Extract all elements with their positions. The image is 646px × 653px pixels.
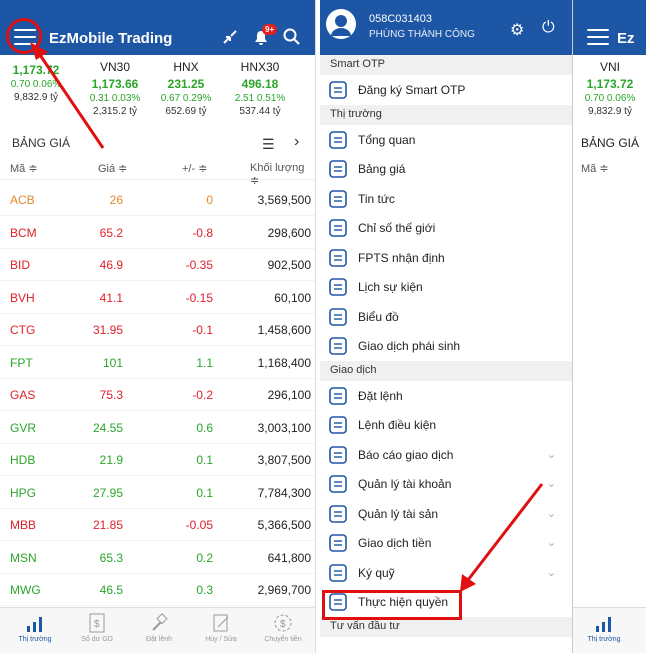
- board-title: BẢNG GIÁ: [12, 136, 71, 150]
- annotation-arrow: [460, 483, 544, 592]
- cell-price: 41.1: [99, 290, 123, 305]
- market-screen-partial: Ez VNI 1,173.72 0.70 0.06% 9,832.9 tỷ BẢ…: [572, 0, 646, 653]
- cell-price: 46.5: [99, 583, 123, 597]
- table-row[interactable]: BVH 41.1 -0.15 60,100: [0, 282, 315, 314]
- cell-change: 0.2: [196, 550, 213, 565]
- cell-volume: 3,569,500: [257, 193, 311, 207]
- cell-code: CTG: [10, 323, 36, 337]
- cell-price: 101: [102, 355, 123, 370]
- tab-order[interactable]: Đặt lệnh: [128, 612, 190, 643]
- cell-change: 1.1: [196, 355, 213, 370]
- cell-price: 21.85: [92, 518, 123, 532]
- cell-change: 0.1: [196, 485, 213, 500]
- svg-text:$: $: [94, 619, 100, 630]
- gavel-icon: [149, 612, 169, 634]
- cell-code: GVR: [10, 420, 37, 435]
- cell-code: BCM: [10, 225, 37, 240]
- table-row[interactable]: CTG 31.95 -0.1 1,458,600: [0, 314, 315, 346]
- table-row[interactable]: BID 46.9 -0.35 902,500: [0, 249, 315, 281]
- cell-volume: 296,100: [267, 388, 311, 402]
- balance-icon: $: [87, 612, 107, 634]
- tab-balance[interactable]: $ Số dư GD: [66, 612, 128, 643]
- cell-volume: 5,366,500: [257, 518, 311, 532]
- table-header: Mã ≑ Giá ≑ +/- ≑ Khối lượng ≑: [0, 160, 315, 187]
- col-change[interactable]: +/- ≑: [182, 162, 207, 175]
- cell-price: 31.95: [92, 323, 123, 337]
- cell-code: BVH: [10, 290, 35, 305]
- partial-header: Ez: [573, 0, 646, 55]
- col-code[interactable]: Mã ≑: [581, 162, 609, 175]
- cell-change: -0.05: [185, 518, 213, 532]
- cell-change: -0.8: [192, 225, 213, 240]
- tab-cancel-edit[interactable]: Hủy / Sửa: [190, 612, 252, 643]
- cell-change: -0.1: [192, 323, 213, 337]
- table-row[interactable]: BCM 65.2 -0.8 298,600: [0, 217, 315, 249]
- col-code[interactable]: Mã ≑: [10, 162, 38, 175]
- table-row[interactable]: ACB 26 0 3,569,500: [0, 184, 315, 216]
- cell-code: ACB: [10, 193, 35, 207]
- table-row[interactable]: GVR 24.55 0.6 3,003,100: [0, 412, 315, 444]
- cell-code: HPG: [10, 485, 37, 500]
- cell-volume: 60,100: [274, 290, 311, 305]
- cell-price: 75.3: [99, 388, 123, 402]
- cell-change: -0.15: [185, 290, 213, 305]
- cell-volume: 1,168,400: [257, 355, 311, 370]
- cell-code: GAS: [10, 388, 36, 402]
- table-row[interactable]: GAS 75.3 -0.2 296,100: [0, 379, 315, 411]
- edit-icon: [211, 612, 231, 634]
- board-title: BẢNG GIÁ: [581, 136, 640, 150]
- cell-change: 0: [206, 193, 213, 207]
- cell-volume: 3,003,100: [257, 420, 311, 435]
- chevron-right-icon[interactable]: ›: [294, 133, 299, 151]
- cell-price: 46.9: [99, 258, 123, 272]
- cell-volume: 641,800: [267, 550, 311, 565]
- table-row[interactable]: HDB 21.9 0.1 3,807,500: [0, 444, 315, 476]
- cell-price: 65.3: [99, 550, 123, 565]
- board-section-header: BẢNG GIÁ ☰ ›: [0, 130, 315, 160]
- cell-volume: 1,458,600: [257, 323, 311, 337]
- chart-icon: [25, 612, 45, 634]
- market-screen: EzMobile Trading 9+ 1,173.72 0.70 0.06% …: [0, 0, 316, 653]
- hamburger-menu-icon[interactable]: [587, 29, 609, 45]
- bottom-tab-bar: Thị trường $ Số dư GD Đặt lệnh Hủy / Sửa…: [0, 607, 315, 653]
- col-price[interactable]: Giá ≑: [98, 162, 127, 175]
- table-row[interactable]: MSN 65.3 0.2 641,800: [0, 542, 315, 574]
- cell-change: 0.6: [196, 420, 213, 435]
- cell-price: 21.9: [99, 453, 123, 467]
- cell-volume: 2,969,700: [257, 583, 311, 597]
- table-row[interactable]: MBB 21.85 -0.05 5,366,500: [0, 509, 315, 541]
- cell-code: MWG: [10, 583, 41, 597]
- cell-code: FPT: [10, 355, 33, 370]
- cell-volume: 3,807,500: [257, 453, 311, 467]
- svg-text:$: $: [280, 619, 286, 630]
- cell-price: 27.95: [92, 485, 123, 500]
- bottom-tab-bar: Thị trường: [573, 607, 646, 653]
- cell-change: -0.35: [185, 258, 213, 272]
- cell-price: 26: [109, 193, 123, 207]
- cell-volume: 7,784,300: [257, 485, 311, 500]
- table-row[interactable]: HPG 27.95 0.1 7,784,300: [0, 477, 315, 509]
- cell-code: MSN: [10, 550, 37, 565]
- cell-price: 65.2: [99, 225, 123, 240]
- side-menu: 058C031403 PHÙNG THÀNH CÔNG ⚙ ⏻ Smart OT…: [320, 0, 572, 653]
- table-row[interactable]: FPT 101 1.1 1,168,400: [0, 347, 315, 379]
- cell-code: HDB: [10, 453, 36, 467]
- cell-volume: 298,600: [267, 225, 311, 240]
- tab-market[interactable]: Thị trường: [573, 612, 635, 643]
- cell-change: 0.1: [196, 453, 213, 467]
- index-card[interactable]: VNI 1,173.72 0.70 0.06% 9,832.9 tỷ: [573, 60, 646, 117]
- cell-code: MBB: [10, 518, 37, 532]
- cell-price: 24.55: [92, 420, 123, 435]
- cell-code: BID: [10, 258, 31, 272]
- table-row[interactable]: MWG 46.5 0.3 2,969,700: [0, 574, 315, 606]
- tab-market[interactable]: Thị trường: [4, 612, 66, 643]
- cell-change: -0.2: [192, 388, 213, 402]
- chart-icon: [594, 612, 614, 634]
- list-view-icon[interactable]: ☰: [262, 136, 275, 153]
- cell-change: 0.3: [196, 583, 213, 597]
- tab-transfer[interactable]: $ Chuyển tiền: [252, 612, 314, 643]
- cell-volume: 902,500: [267, 258, 311, 272]
- money-gear-icon: $: [273, 612, 293, 634]
